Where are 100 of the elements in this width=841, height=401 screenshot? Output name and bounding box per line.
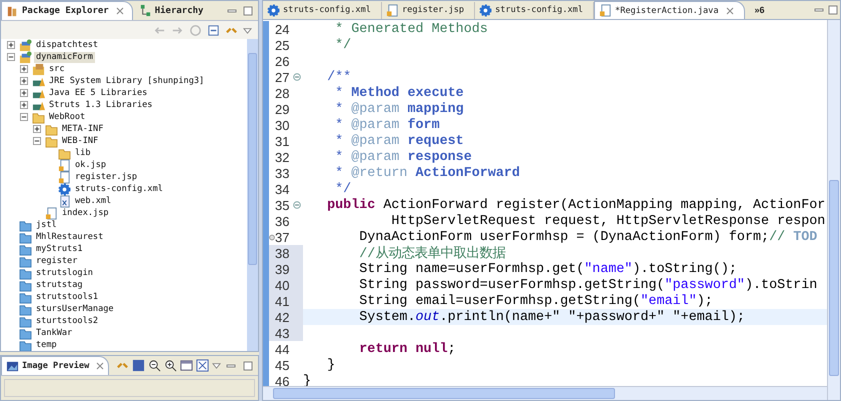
line-number: 33 [275,166,290,180]
tree-item[interactable]: WebRoot [47,112,88,122]
more-tabs-button[interactable]: »6 [754,5,765,15]
file-icon [386,4,399,16]
package-icon [6,4,19,18]
tree-item[interactable]: dynamicForm [34,52,95,62]
code-line: * @return ActionForward [334,166,520,180]
maximize-icon[interactable] [243,360,253,370]
editor-tab[interactable]: register.jsp [382,2,476,18]
tree-item[interactable]: Java EE 5 Libraries [47,88,150,98]
code-line: * @param request [334,134,464,148]
line-number: 28 [275,86,290,100]
fold-icon[interactable] [293,201,301,209]
expand-icon[interactable] [33,125,41,133]
code-line: //从动态表单中取出数据 [358,244,506,262]
expand-icon[interactable] [20,89,28,97]
close-icon[interactable] [96,362,104,370]
code-line: } [326,358,336,372]
line-number: 34 [275,182,290,196]
code-line: DynaActionForm userFormhsp = (DynaActionForm) form;// TOD [358,230,818,244]
folder-icon [19,290,32,304]
expand-icon[interactable] [7,41,15,49]
view-tab[interactable]: Package Explorer [1,1,133,20]
tree-item[interactable]: strutslogin [34,268,95,278]
folder-icon [19,218,32,232]
code-line: System.out.println(name+" "+password+" "+email); [358,310,745,324]
expand-icon[interactable] [20,101,28,109]
code-line: * Method execute [334,86,464,100]
folder-icon [19,302,32,316]
gear-icon [479,4,492,16]
view-menu-icon[interactable] [212,361,221,370]
code-line: * @param response [334,150,472,164]
original-size-icon[interactable] [180,359,193,372]
tree-item[interactable]: struts-config.xml [73,184,165,194]
collapse-all-icon[interactable] [207,24,220,36]
file-icon [58,194,71,208]
collapse-icon[interactable] [7,53,15,61]
code-line: public ActionForward register(ActionMapping mapping, ActionFor [326,198,826,212]
view-tab[interactable]: Image Preview [1,356,110,375]
editor-tab[interactable]: *RegisterAction.java [594,1,745,19]
tree-item[interactable]: src [47,64,67,74]
collapse-icon[interactable] [20,113,28,121]
code-line: * @param mapping [334,102,464,116]
collapse-icon[interactable] [33,137,41,145]
close-icon[interactable] [726,6,734,14]
editor-tab[interactable]: struts-config.xml [263,2,382,18]
tree-item[interactable]: TankWar [34,328,74,338]
tree-item[interactable]: lib [73,148,93,158]
folder-icon [19,254,32,268]
tree-item[interactable]: ok.jsp [73,160,108,170]
folder-icon [19,314,32,328]
line-number: 42 [275,310,290,324]
tree-item[interactable]: META-INF [60,124,106,134]
expand-icon[interactable] [20,65,28,73]
fold-icon[interactable] [293,73,301,81]
tree-item[interactable]: web.xml [73,196,114,206]
view-menu-icon[interactable] [243,26,252,34]
tree-item[interactable]: WEB-INF [60,136,100,146]
maximize-icon[interactable] [243,6,253,16]
maximize-icon[interactable] [828,5,838,15]
fit-window-icon[interactable] [196,359,209,372]
tree-item[interactable]: MhlRestaurest [34,232,106,242]
line-number: 27 [275,70,290,84]
zoom-in-icon[interactable] [164,359,177,372]
line-number: 40 [275,278,290,292]
folder-icon [19,338,32,351]
tree-item[interactable]: JRE System Library [shunping3] [47,76,206,86]
file-icon [45,206,58,220]
tree-item[interactable]: dispatchtest [34,40,100,50]
tree-item[interactable]: jstl [34,220,59,230]
scrollbar[interactable] [263,386,827,400]
project-icon [19,39,32,52]
tree-item[interactable]: myStruts1 [34,244,85,254]
folder-icon [58,146,71,160]
tree-item[interactable]: temp [34,340,59,350]
tree-item[interactable]: register.jsp [73,172,140,182]
code-line: } [303,374,312,386]
tree-item[interactable]: index.jsp [60,208,111,218]
override-marker-icon[interactable] [269,234,275,240]
tree-item[interactable]: sturtstools2 [34,316,100,326]
line-number: 26 [275,54,290,68]
folder-icon [45,134,58,148]
view-tab[interactable]: Hierarchy [134,2,212,20]
folder-icon [19,242,32,256]
tree-item[interactable]: Struts 1.3 Libraries [47,100,154,110]
image-icon [6,360,19,372]
tree-item[interactable]: register [34,256,80,266]
scrollbar[interactable] [827,20,840,400]
code-line: * @param form [334,118,440,132]
tree-item[interactable]: stursUserManage [34,304,116,314]
scrollbar[interactable] [247,39,258,351]
tree-item[interactable]: strutstag [34,280,85,290]
line-number: 39 [275,262,290,276]
code-line: String name=userFormhsp.get("name").toString(); [358,262,737,276]
close-icon[interactable] [116,7,124,15]
zoom-out-icon[interactable] [148,359,161,372]
line-number: 44 [275,342,290,356]
line-number: 30 [275,118,290,132]
expand-icon[interactable] [20,77,28,85]
tree-item[interactable]: strutstools1 [34,292,100,302]
